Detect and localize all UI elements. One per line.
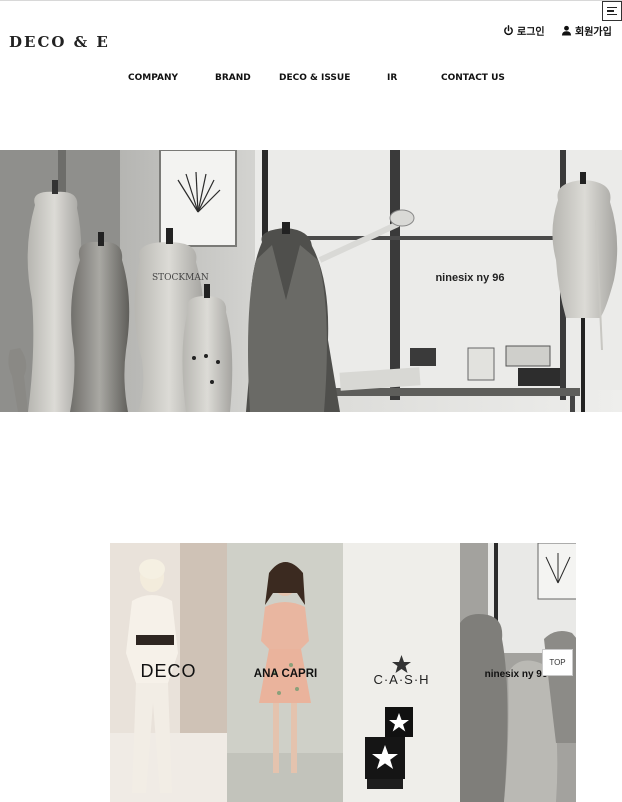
brand-tile-ana-capri[interactable]: ANA CAPRI: [226, 543, 343, 802]
brand-strip: DECO ANA CAPRI C·A·S·H ninesix ny 96: [110, 543, 576, 802]
menu-icon: [606, 6, 617, 9]
header-top-border: [0, 0, 622, 1]
hero-studio-image: STOCKMAN ninesix ny 96: [0, 150, 622, 412]
brand-tile-label: ninesix ny 96: [484, 669, 547, 680]
hero-banner: STOCKMAN ninesix ny 96: [0, 150, 622, 412]
nav-item-company[interactable]: COMPANY: [128, 73, 178, 83]
main-nav: COMPANY BRAND DECO & ISSUE IR CONTACT US: [0, 73, 622, 87]
user-icon: [561, 25, 572, 36]
nav-item-brand[interactable]: BRAND: [215, 73, 251, 83]
login-link[interactable]: 로그인: [503, 23, 545, 38]
power-icon: [504, 25, 513, 36]
join-label: 회원가입: [575, 27, 612, 38]
brand-tile-label: C·A·S·H: [373, 672, 429, 687]
svg-text:STOCKMAN: STOCKMAN: [152, 273, 209, 283]
nav-item-contact-us[interactable]: CONTACT US: [441, 73, 505, 83]
login-label: 로그인: [517, 27, 545, 38]
nav-item-ir[interactable]: IR: [387, 73, 397, 83]
join-link[interactable]: 회원가입: [561, 23, 612, 38]
brand-tile-cash[interactable]: C·A·S·H: [343, 543, 460, 802]
brand-tile-deco[interactable]: DECO: [110, 543, 227, 802]
site-logo[interactable]: DECO & E: [9, 33, 110, 51]
brand-tile-label: ANA CAPRI: [253, 668, 316, 680]
hamburger-menu-button[interactable]: [602, 1, 622, 21]
nav-item-deco-issue[interactable]: DECO & ISSUE: [279, 73, 350, 83]
scroll-top-button[interactable]: TOP: [542, 649, 573, 676]
hero-overlay-text: ninesix ny 96: [435, 272, 504, 284]
brand-tile-label: DECO: [140, 661, 196, 681]
